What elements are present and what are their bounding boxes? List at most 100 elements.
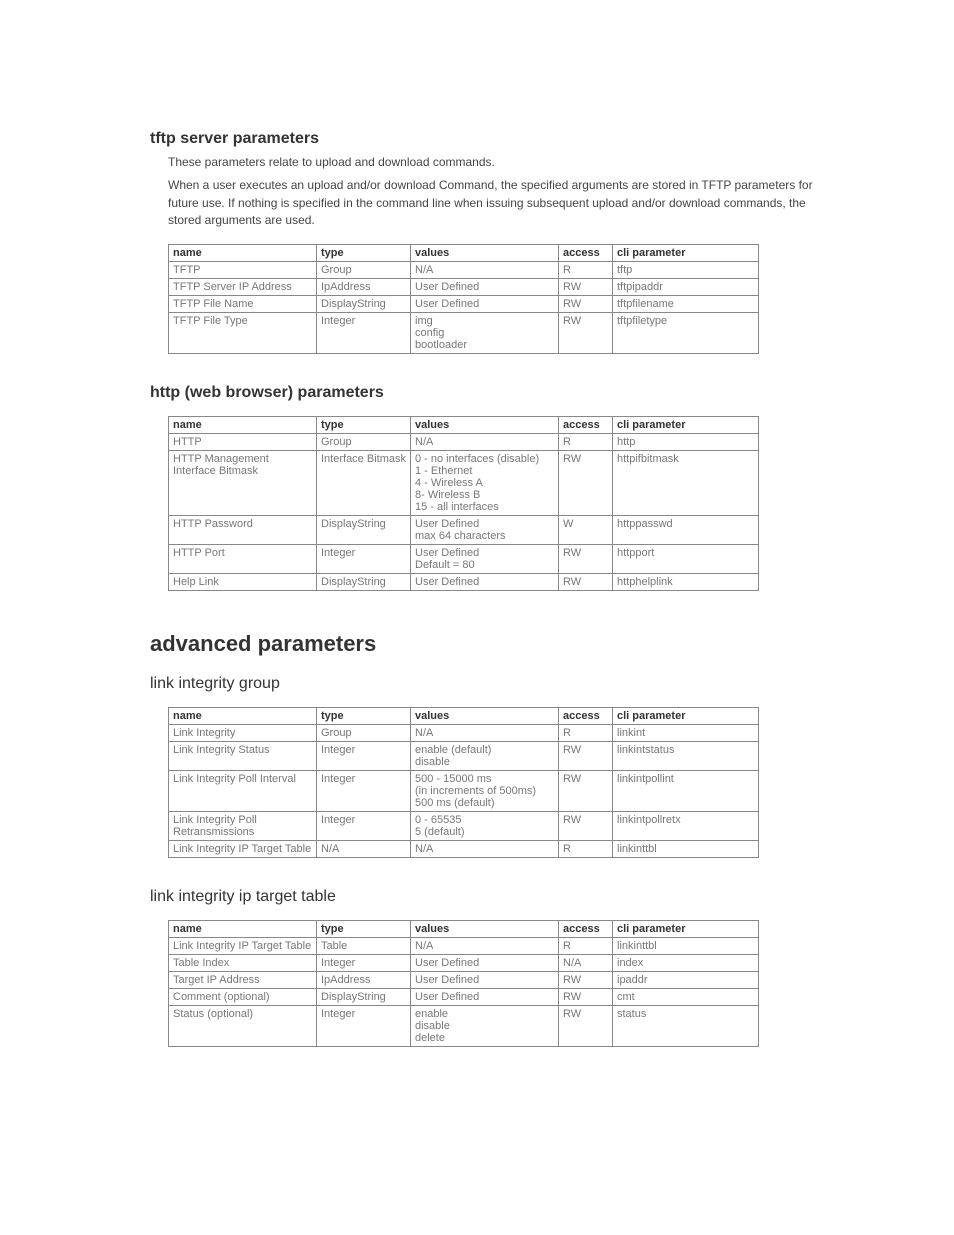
table-link-integrity-ip-target: name type values access cli parameter Li… [168,920,759,1047]
heading-advanced: advanced parameters [150,631,826,657]
cell-values: 500 - 15000 ms (in increments of 500ms) … [411,770,559,811]
cell-name: Link Integrity [169,724,317,741]
cell-name: HTTP Password [169,515,317,544]
col-type: type [317,920,411,937]
cell-values: enable disable delete [411,1005,559,1046]
cell-access: RW [559,971,613,988]
table-row: Link Integrity Poll RetransmissionsInteg… [169,811,759,840]
cell-type: Integer [317,811,411,840]
tftp-paragraph-2: When a user executes an upload and/or do… [168,177,826,229]
cell-type: N/A [317,840,411,857]
cell-name: Status (optional) [169,1005,317,1046]
cell-name: Link Integrity IP Target Table [169,840,317,857]
cell-name: TFTP Server IP Address [169,278,317,295]
col-access: access [559,920,613,937]
cell-name: Link Integrity Poll Interval [169,770,317,811]
cell-access: RW [559,741,613,770]
cell-values: img config bootloader [411,312,559,353]
table-row: HTTP Management Interface BitmaskInterfa… [169,450,759,515]
cell-values: N/A [411,433,559,450]
cell-access: RW [559,544,613,573]
heading-link-integrity-group: link integrity group [150,675,826,693]
cell-type: DisplayString [317,515,411,544]
cell-type: Group [317,433,411,450]
cell-access: RW [559,770,613,811]
table-row: TFTP File TypeIntegerimg config bootload… [169,312,759,353]
cell-cli: http [613,433,759,450]
cell-type: Integer [317,312,411,353]
cell-values: User Defined Default = 80 [411,544,559,573]
col-cli: cli parameter [613,920,759,937]
table-row: Link Integrity IP Target TableTableN/ARl… [169,937,759,954]
table-row: Comment (optional)DisplayStringUser Defi… [169,988,759,1005]
cell-name: Help Link [169,573,317,590]
table-tftp: name type values access cli parameter TF… [168,244,759,354]
col-values: values [411,416,559,433]
heading-link-integrity-ip-target-table: link integrity ip target table [150,888,826,906]
cell-access: R [559,261,613,278]
cell-type: DisplayString [317,988,411,1005]
cell-access: R [559,937,613,954]
cell-values: User Defined [411,573,559,590]
cell-values: N/A [411,840,559,857]
cell-type: DisplayString [317,573,411,590]
cell-access: W [559,515,613,544]
cell-access: RW [559,278,613,295]
table-row: Help LinkDisplayStringUser DefinedRWhttp… [169,573,759,590]
cell-access: RW [559,988,613,1005]
col-name: name [169,416,317,433]
table-http: name type values access cli parameter HT… [168,416,759,591]
cell-access: RW [559,1005,613,1046]
table-row: TFTPGroupN/ARtftp [169,261,759,278]
table-row: Link Integrity StatusIntegerenable (defa… [169,741,759,770]
cell-cli: linkintstatus [613,741,759,770]
cell-type: Integer [317,1005,411,1046]
cell-access: N/A [559,954,613,971]
cell-cli: httphelplink [613,573,759,590]
col-type: type [317,707,411,724]
cell-cli: linkinttbl [613,937,759,954]
cell-cli: httppasswd [613,515,759,544]
cell-access: RW [559,312,613,353]
cell-name: Link Integrity Poll Retransmissions [169,811,317,840]
heading-tftp: tftp server parameters [150,130,826,148]
col-type: type [317,244,411,261]
cell-values: 0 - 65535 5 (default) [411,811,559,840]
table-link-integrity-group: name type values access cli parameter Li… [168,707,759,858]
cell-values: User Defined [411,954,559,971]
cell-values: User Defined [411,988,559,1005]
col-cli: cli parameter [613,244,759,261]
cell-values: 0 - no interfaces (disable) 1 - Ethernet… [411,450,559,515]
cell-cli: linkintpollretx [613,811,759,840]
cell-values: User Defined [411,278,559,295]
cell-name: TFTP File Name [169,295,317,312]
col-access: access [559,707,613,724]
cell-cli: tftpfiletype [613,312,759,353]
col-access: access [559,244,613,261]
table-row: Status (optional)Integerenable disable d… [169,1005,759,1046]
col-values: values [411,920,559,937]
cell-values: N/A [411,724,559,741]
cell-cli: httpport [613,544,759,573]
table-row: Table IndexIntegerUser DefinedN/Aindex [169,954,759,971]
cell-cli: status [613,1005,759,1046]
cell-cli: tftpipaddr [613,278,759,295]
cell-cli: tftpfilename [613,295,759,312]
cell-cli: tftp [613,261,759,278]
cell-access: RW [559,295,613,312]
heading-http: http (web browser) parameters [150,384,826,402]
col-values: values [411,244,559,261]
cell-access: R [559,724,613,741]
col-name: name [169,244,317,261]
tftp-paragraph-1: These parameters relate to upload and do… [168,154,826,171]
table-row: Link IntegrityGroupN/ARlinkint [169,724,759,741]
cell-cli: cmt [613,988,759,1005]
table-row: Link Integrity Poll IntervalInteger500 -… [169,770,759,811]
cell-values: User Defined max 64 characters [411,515,559,544]
table-row: TFTP File NameDisplayStringUser DefinedR… [169,295,759,312]
col-name: name [169,920,317,937]
col-type: type [317,416,411,433]
cell-access: RW [559,573,613,590]
cell-values: enable (default) disable [411,741,559,770]
table-row: Target IP AddressIpAddressUser DefinedRW… [169,971,759,988]
